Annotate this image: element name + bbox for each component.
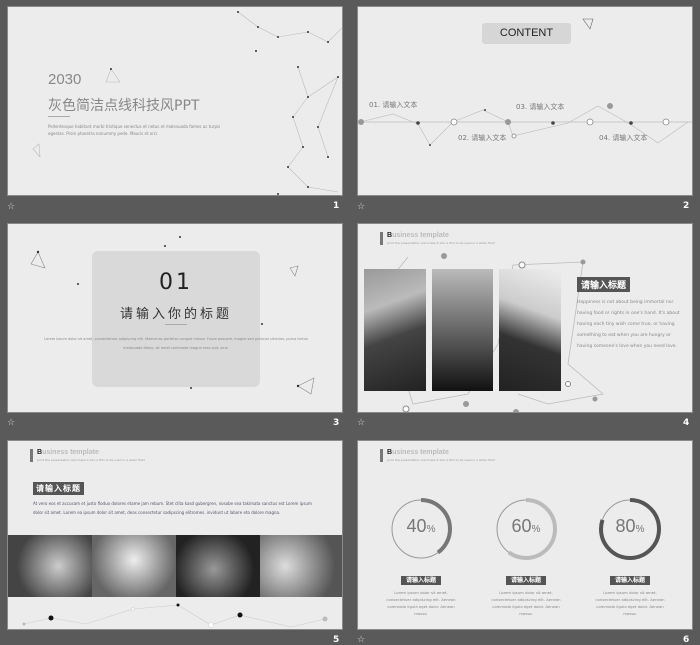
header-title: usiness template <box>392 449 449 456</box>
slide-thumbnail-5[interactable]: Business template print the presentation… <box>7 440 343 630</box>
stat-title-tag: 请输入标题 <box>505 576 546 585</box>
building-photo-2 <box>432 269 493 391</box>
content-item-3: 03. 请输入文本 <box>516 103 565 111</box>
section-header: Business template print the presentation… <box>380 449 495 462</box>
slide-title: 灰色简洁点线科技风PPT <box>48 98 200 114</box>
star-icon[interactable]: ☆ <box>357 635 365 645</box>
stat-block: 40% 请输入标题 Lorem ipsum dolor sit amet, co… <box>371 496 471 617</box>
content-item-1: 01. 请输入文本 <box>369 101 418 109</box>
stat-value: 80% <box>615 516 645 536</box>
building-photo-1 <box>364 269 426 391</box>
content-item-4: 04. 请输入文本 <box>599 134 648 142</box>
stat-body: Lorem ipsum dolor sit amet, consectetuer… <box>386 590 456 616</box>
slide-thumbnail-4[interactable]: Business template print the presentation… <box>357 223 693 413</box>
network-decoration <box>22 603 328 628</box>
content-item-2: 02. 请输入文本 <box>458 134 507 142</box>
section-number: 01 <box>159 270 193 295</box>
stat-value: 40% <box>406 516 436 536</box>
stat-body: Lorem ipsum dolor sit amet, consectetuer… <box>595 590 665 616</box>
header-subtitle: print the presentation and make it into … <box>387 458 495 462</box>
slide-number: 3 <box>333 418 340 428</box>
slide-number: 1 <box>333 201 340 211</box>
stat-value: 60% <box>511 516 541 536</box>
divider <box>48 116 70 117</box>
content-heading: CONTENT <box>482 23 571 44</box>
star-icon[interactable]: ☆ <box>7 202 15 212</box>
star-icon[interactable]: ☆ <box>357 418 365 428</box>
slide-thumbnail-1[interactable]: 2030 灰色简洁点线科技风PPT Pellentesque habitant … <box>7 6 343 196</box>
body-text: Happiness is not about being immortal no… <box>577 300 680 349</box>
stat-body: Lorem ipsum dolor sit amet, consectetuer… <box>491 590 561 616</box>
slide-thumbnail-3[interactable]: 01 请输入你的标题 Lorem ipsum dolor sit amet, c… <box>7 223 343 413</box>
section-body: Lorem ipsum dolor sit amet, consectetuer… <box>44 337 308 350</box>
slide-number: 4 <box>683 418 690 428</box>
section-title: 请输入你的标题 <box>119 307 232 322</box>
slide-year: 2030 <box>48 71 82 88</box>
header-title: usiness template <box>392 232 449 239</box>
stat-title-tag: 请输入标题 <box>609 576 650 585</box>
slide-body: Pellentesque habitant morbi tristique se… <box>48 124 221 136</box>
slide-thumbnail-6[interactable]: Business template print the presentation… <box>357 440 693 630</box>
title-tag: 请输入标题 <box>577 277 631 292</box>
slide-number: 2 <box>683 201 690 211</box>
slide-thumbnail-2[interactable]: CONTENT 01. 请输入文本 02. 请输入文本 03. 请输入文本 04… <box>357 6 693 196</box>
stat-block: 80% 请输入标题 Lorem ipsum dolor sit amet, co… <box>580 496 680 617</box>
stat-block: 60% 请输入标题 Lorem ipsum dolor sit amet, co… <box>476 496 576 617</box>
slide-number: 5 <box>333 635 340 645</box>
header-subtitle: print the presentation and make it into … <box>387 241 495 245</box>
slide-number: 6 <box>683 635 690 645</box>
section-header: Business template print the presentation… <box>380 232 495 245</box>
building-photo-3 <box>499 269 561 391</box>
star-icon[interactable]: ☆ <box>357 202 365 212</box>
star-icon[interactable]: ☆ <box>7 418 15 428</box>
divider <box>165 324 187 325</box>
stat-title-tag: 请输入标题 <box>400 576 441 585</box>
